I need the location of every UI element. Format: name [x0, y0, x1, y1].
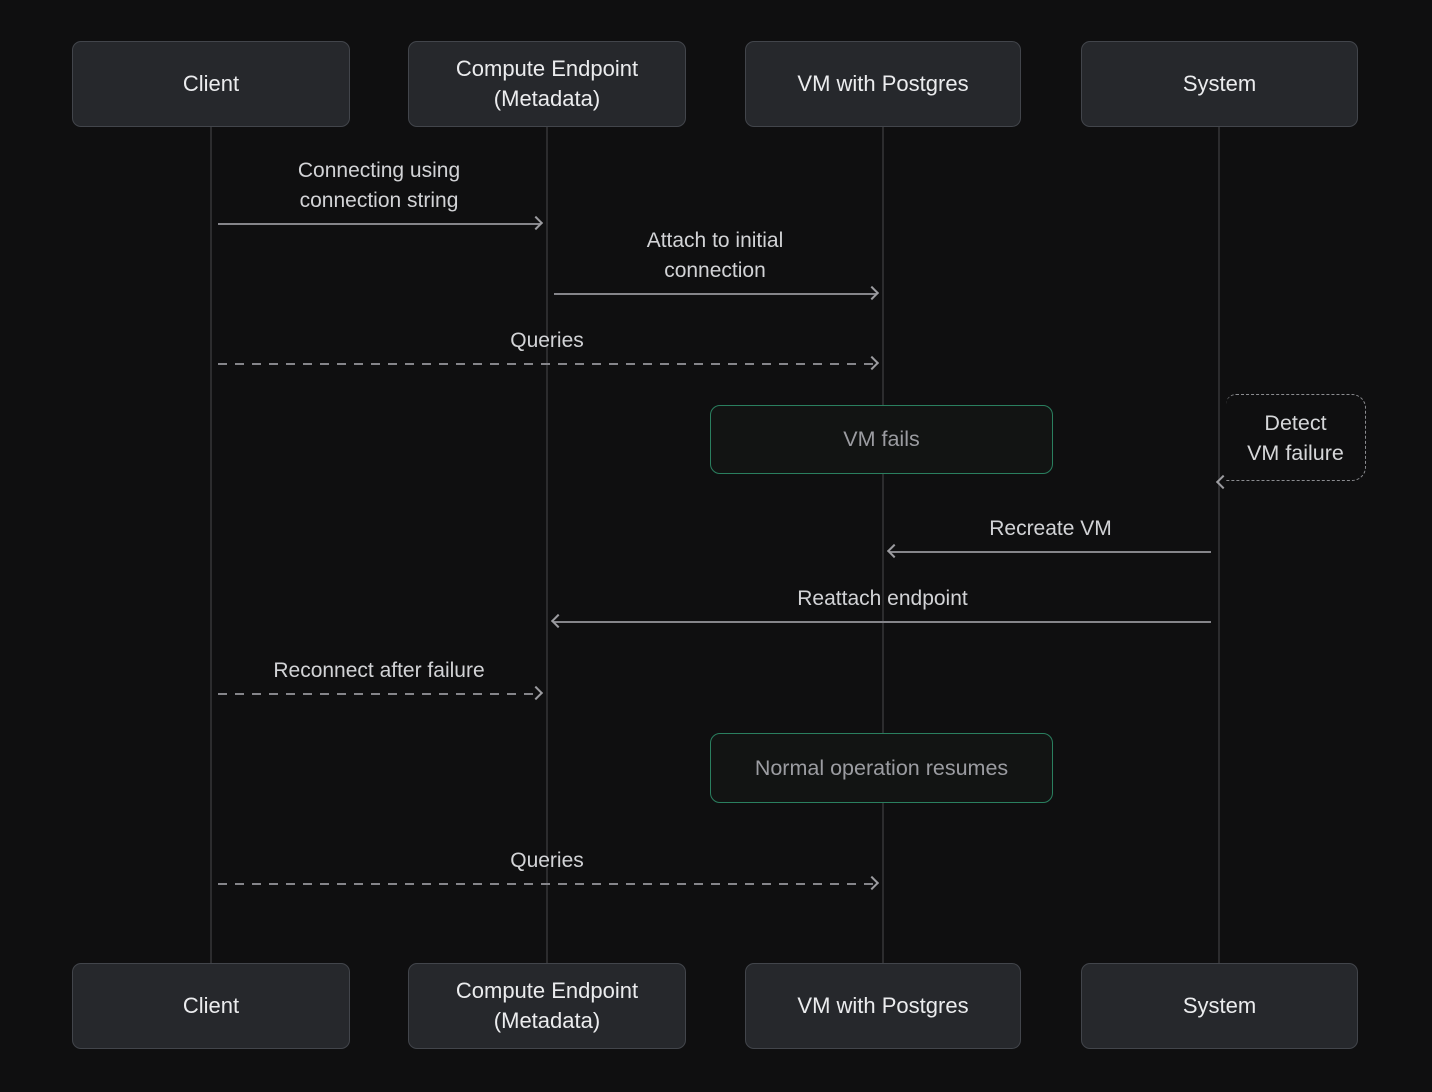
lifeline-vm-with-postgres: [882, 127, 884, 964]
arrowhead-right-icon: [529, 216, 543, 230]
message-reconnect-after-failure: Reconnect after failure: [218, 656, 540, 695]
lifeline-system: [1218, 127, 1220, 964]
actor-compute-endpoint-bottom: Compute Endpoint (Metadata): [408, 963, 686, 1049]
arrowhead-right-icon: [529, 686, 543, 700]
message-label: Attach to initial connection: [554, 226, 876, 286]
actor-compute-endpoint-top: Compute Endpoint (Metadata): [408, 41, 686, 127]
note-label: VM fails: [843, 427, 919, 452]
actor-system-bottom: System: [1081, 963, 1358, 1049]
message-label: Reconnect after failure: [218, 656, 540, 686]
arrow-line: [218, 363, 876, 365]
message-queries-1: Queries: [218, 326, 876, 365]
arrow-line: [554, 293, 876, 295]
message-reattach-endpoint: Reattach endpoint: [554, 584, 1211, 623]
actor-label: Client: [183, 69, 239, 99]
arrowhead-right-icon: [865, 286, 879, 300]
message-label: Queries: [218, 326, 876, 356]
note-label: Normal operation resumes: [755, 756, 1008, 781]
arrowhead-left-icon: [887, 544, 901, 558]
note-normal-operation-resumes: Normal operation resumes: [710, 733, 1053, 803]
actor-label: System: [1183, 991, 1256, 1021]
arrow-line: [218, 693, 540, 695]
arrowhead-right-icon: [865, 356, 879, 370]
note-vm-fails: VM fails: [710, 405, 1053, 474]
message-attach-to-initial-connection: Attach to initial connection: [554, 226, 876, 295]
actor-label: Client: [183, 991, 239, 1021]
self-message-label: Detect VM failure: [1247, 408, 1344, 468]
sequence-diagram: Client Compute Endpoint (Metadata) VM wi…: [0, 0, 1432, 1092]
message-recreate-vm: Recreate VM: [890, 514, 1211, 553]
actor-client-bottom: Client: [72, 963, 350, 1049]
actor-vm-with-postgres-top: VM with Postgres: [745, 41, 1021, 127]
message-label: Reattach endpoint: [554, 584, 1211, 614]
actor-client-top: Client: [72, 41, 350, 127]
arrowhead-right-icon: [865, 876, 879, 890]
actor-system-top: System: [1081, 41, 1358, 127]
arrow-line: [218, 883, 876, 885]
message-connecting-using-connection-string: Connecting using connection string: [218, 156, 540, 225]
actor-label: System: [1183, 69, 1256, 99]
message-queries-2: Queries: [218, 846, 876, 885]
actor-label: VM with Postgres: [797, 69, 968, 99]
arrowhead-left-icon: [551, 614, 565, 628]
message-label: Connecting using connection string: [218, 156, 540, 216]
arrow-line: [890, 551, 1211, 553]
message-label: Queries: [218, 846, 876, 876]
self-message-detect-vm-failure: Detect VM failure: [1218, 394, 1366, 481]
actor-label: Compute Endpoint (Metadata): [456, 54, 638, 114]
lifeline-client: [210, 127, 212, 964]
arrow-line: [554, 621, 1211, 623]
self-message-box: Detect VM failure: [1226, 394, 1366, 481]
actor-label: VM with Postgres: [797, 991, 968, 1021]
message-label: Recreate VM: [890, 514, 1211, 544]
actor-label: Compute Endpoint (Metadata): [456, 976, 638, 1036]
actor-vm-with-postgres-bottom: VM with Postgres: [745, 963, 1021, 1049]
arrow-line: [218, 223, 540, 225]
lifeline-compute-endpoint: [546, 127, 548, 964]
